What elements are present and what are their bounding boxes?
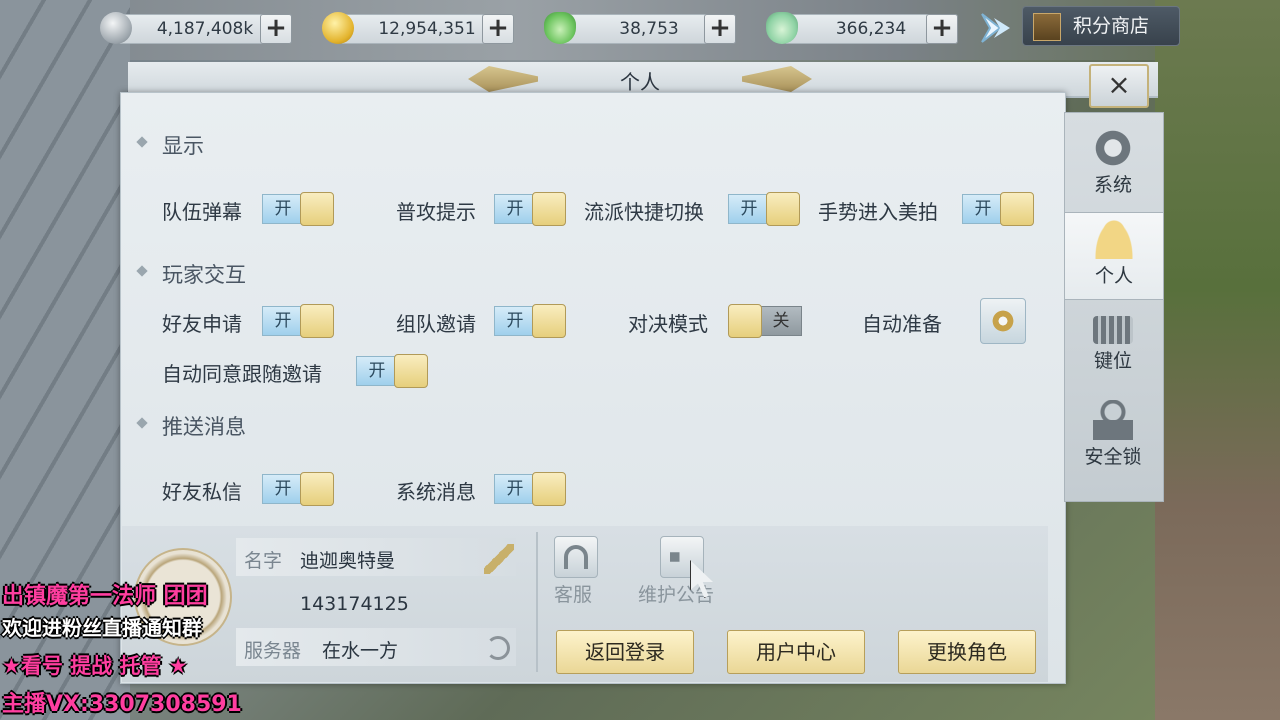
currency-teal-ingot: 366,234 + bbox=[766, 12, 976, 44]
green-ingot-icon bbox=[544, 12, 576, 44]
stream-overlay-line: 出镇魔第一法师 团团 bbox=[2, 584, 208, 609]
toggle-state: 开 bbox=[356, 356, 398, 386]
currency-gold: 12,954,351 + bbox=[322, 12, 532, 44]
attack-hint-toggle[interactable]: 开 bbox=[494, 192, 566, 226]
auto-accept-follow-toggle[interactable]: 开 bbox=[356, 354, 428, 388]
tab-system[interactable]: 系统 bbox=[1064, 122, 1162, 208]
toggle-state: 开 bbox=[494, 194, 536, 224]
points-shop-button[interactable]: 积分商店 bbox=[1022, 6, 1180, 46]
toggle-state: 开 bbox=[728, 194, 770, 224]
school-quick-switch-toggle[interactable]: 开 bbox=[728, 192, 800, 226]
toggle-knob bbox=[300, 192, 334, 226]
name-key: 名字 bbox=[244, 550, 283, 572]
toggle-state: 开 bbox=[494, 306, 536, 336]
customer-service-button[interactable] bbox=[554, 536, 598, 578]
option-label: 好友私信 bbox=[162, 480, 242, 504]
close-button[interactable]: × bbox=[1089, 64, 1149, 108]
option-label: 自动准备 bbox=[862, 312, 942, 336]
edit-pencil-icon[interactable] bbox=[484, 544, 514, 574]
toggle-state: 开 bbox=[962, 194, 1004, 224]
option-label: 手势进入美拍 bbox=[818, 200, 938, 224]
toggle-knob bbox=[532, 192, 566, 226]
toggle-state: 开 bbox=[262, 194, 304, 224]
switch-character-button[interactable]: 更换角色 bbox=[898, 630, 1036, 674]
toggle-state: 关 bbox=[760, 306, 802, 336]
tab-label: 系统 bbox=[1093, 174, 1132, 196]
option-label: 自动同意跟随邀请 bbox=[162, 362, 322, 386]
currency-green-ingot: 38,753 + bbox=[544, 12, 754, 44]
back-to-login-button[interactable]: 返回登录 bbox=[556, 630, 694, 674]
add-green-ingot-button[interactable]: + bbox=[704, 14, 736, 44]
option-label: 普攻提示 bbox=[396, 200, 476, 224]
gesture-photo-toggle[interactable]: 开 bbox=[962, 192, 1034, 226]
add-silver-button[interactable]: + bbox=[260, 14, 292, 44]
person-icon bbox=[1094, 219, 1134, 259]
gear-icon bbox=[1093, 128, 1133, 168]
team-invite-toggle[interactable]: 开 bbox=[494, 304, 566, 338]
friend-request-toggle[interactable]: 开 bbox=[262, 304, 334, 338]
points-shop-label: 积分商店 bbox=[1073, 15, 1150, 37]
add-gold-button[interactable]: + bbox=[482, 14, 514, 44]
keyboard-icon bbox=[1093, 316, 1133, 344]
friend-message-toggle[interactable]: 开 bbox=[262, 472, 334, 506]
chevron-right-icon[interactable] bbox=[978, 10, 1014, 46]
option-label: 队伍弹幕 bbox=[162, 200, 242, 224]
stream-overlay-line: 主播VX:3307308591 bbox=[2, 692, 242, 717]
tab-security-lock[interactable]: 安全锁 bbox=[1064, 394, 1162, 480]
toggle-knob bbox=[1000, 192, 1034, 226]
window-title: 个人 bbox=[620, 70, 660, 94]
divider bbox=[536, 532, 538, 672]
toggle-knob bbox=[300, 472, 334, 506]
gear-icon bbox=[991, 309, 1015, 333]
toggle-knob bbox=[766, 192, 800, 226]
option-label: 系统消息 bbox=[396, 480, 476, 504]
toggle-knob bbox=[532, 304, 566, 338]
stream-overlay-line: 欢迎进粉丝直播通知群 bbox=[2, 616, 202, 640]
section-title-interaction: 玩家交互 bbox=[162, 259, 246, 289]
shop-icon bbox=[1033, 13, 1061, 41]
gold-coin-icon bbox=[322, 12, 354, 44]
tab-keybinds[interactable]: 键位 bbox=[1064, 304, 1162, 390]
duel-mode-toggle[interactable]: 关 bbox=[728, 304, 802, 338]
refresh-icon[interactable] bbox=[486, 636, 510, 660]
tab-personal[interactable]: 个人 bbox=[1064, 212, 1164, 300]
currency-silver: 4,187,408k + bbox=[100, 12, 310, 44]
toggle-state: 开 bbox=[494, 474, 536, 504]
toggle-state: 开 bbox=[262, 306, 304, 336]
lock-icon bbox=[1093, 400, 1133, 440]
option-label: 好友申请 bbox=[162, 312, 242, 336]
server-key: 服务器 bbox=[244, 640, 302, 662]
toggle-knob bbox=[300, 304, 334, 338]
toggle-knob bbox=[532, 472, 566, 506]
toggle-knob bbox=[394, 354, 428, 388]
add-teal-ingot-button[interactable]: + bbox=[926, 14, 958, 44]
option-label: 流派快捷切换 bbox=[584, 200, 704, 224]
option-label: 对决模式 bbox=[628, 312, 708, 336]
team-barrage-toggle[interactable]: 开 bbox=[262, 192, 334, 226]
section-title-display: 显示 bbox=[162, 130, 204, 160]
scenery-right bbox=[1155, 0, 1280, 720]
user-center-button[interactable]: 用户中心 bbox=[727, 630, 865, 674]
server-name: 在水一方 bbox=[322, 640, 399, 662]
option-label: 组队邀请 bbox=[396, 312, 476, 336]
system-message-toggle[interactable]: 开 bbox=[494, 472, 566, 506]
tab-label: 安全锁 bbox=[1084, 446, 1142, 468]
stream-overlay-line: ★看号 提战 托管 ★ bbox=[2, 654, 188, 678]
player-id: 143174125 bbox=[300, 593, 409, 615]
toggle-knob bbox=[728, 304, 762, 338]
toggle-state: 开 bbox=[262, 474, 304, 504]
tab-label: 键位 bbox=[1093, 350, 1132, 372]
player-name: 迪迦奥特曼 bbox=[300, 550, 396, 572]
headset-icon bbox=[564, 545, 588, 569]
customer-service-label: 客服 bbox=[554, 584, 593, 606]
teal-ingot-icon bbox=[766, 12, 798, 44]
silver-coin-icon bbox=[100, 12, 132, 44]
section-title-push: 推送消息 bbox=[162, 411, 246, 441]
auto-ready-settings-button[interactable] bbox=[980, 298, 1026, 344]
tab-label: 个人 bbox=[1094, 265, 1133, 287]
